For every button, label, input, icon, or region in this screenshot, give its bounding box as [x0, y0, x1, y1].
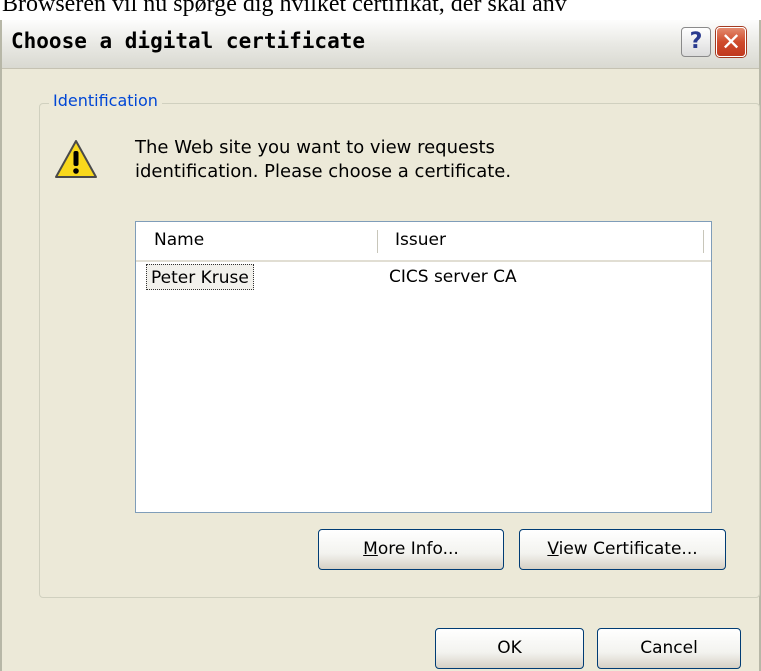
certificate-issuer-cell[interactable]: CICS server CA: [389, 264, 517, 290]
identification-message: The Web site you want to view requests i…: [135, 136, 511, 184]
list-header: Name Issuer: [136, 222, 711, 262]
ok-button[interactable]: OK: [435, 628, 584, 669]
page: Browseren vil nu spørge dig hvilket cert…: [0, 0, 761, 671]
column-header-name[interactable]: Name: [154, 230, 204, 250]
close-icon: ✕: [720, 28, 742, 56]
column-separator[interactable]: [703, 230, 707, 253]
title-bar[interactable]: Choose a digital certificate ? ✕: [2, 20, 759, 69]
more-info-label: ore Info...: [377, 539, 459, 559]
more-info-button[interactable]: More Info...: [318, 529, 504, 570]
message-line-1: The Web site you want to view requests: [135, 137, 495, 158]
help-button[interactable]: ?: [681, 27, 711, 57]
message-line-2: identification. Please choose a certific…: [135, 161, 512, 182]
certificate-list[interactable]: Name Issuer Peter Kruse CICS server CA: [135, 221, 712, 513]
certificate-name-cell[interactable]: Peter Kruse: [146, 264, 254, 290]
dialog-title: Choose a digital certificate: [11, 29, 366, 53]
help-icon: ?: [689, 29, 703, 54]
cancel-button[interactable]: Cancel: [597, 628, 741, 669]
column-header-issuer[interactable]: Issuer: [395, 230, 446, 250]
warning-icon: [55, 140, 97, 178]
view-certificate-mnemonic: V: [547, 539, 559, 559]
column-separator[interactable]: [377, 230, 381, 253]
close-button[interactable]: ✕: [716, 27, 746, 57]
background-document-text: Browseren vil nu spørge dig hvilket cert…: [2, 0, 567, 17]
view-certificate-label: iew Certificate...: [558, 539, 698, 559]
identification-group-label: Identification: [49, 91, 162, 110]
more-info-mnemonic: M: [363, 539, 378, 559]
view-certificate-button[interactable]: View Certificate...: [519, 529, 726, 570]
certificate-dialog: Choose a digital certificate ? ✕ Identif…: [0, 20, 761, 671]
list-item[interactable]: Peter Kruse CICS server CA: [136, 262, 711, 292]
